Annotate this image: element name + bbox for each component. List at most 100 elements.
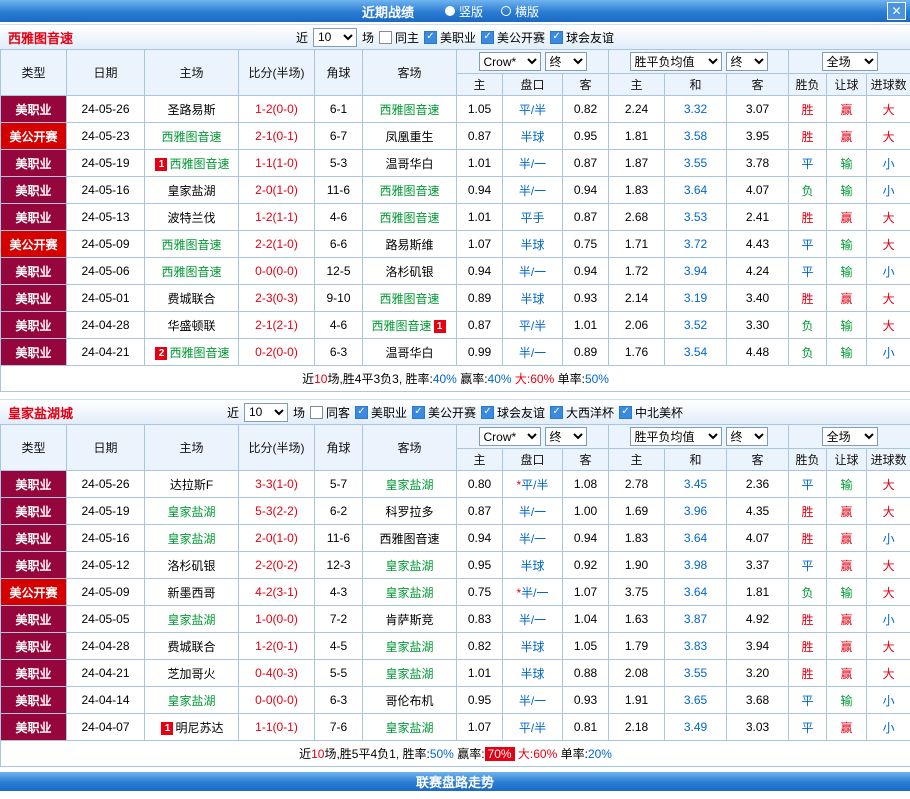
odds-away-cell: 0.75 [561, 230, 610, 258]
matches-table: 类型 日期 主场 比分(半场) 角球 客场 Crow* 终胜平负均值终全场 主盘口客主和客胜负… [0, 424, 910, 767]
avg-final-select-1[interactable]: 终 [725, 427, 768, 446]
scope-select-0[interactable]: 全场 [821, 52, 878, 71]
avg-away-cell: 4.07 [726, 176, 790, 204]
result-cell-1: 输 [826, 311, 868, 339]
layout-option-vertical[interactable]: 竖版 [444, 3, 483, 20]
result-cell-0: 平 [788, 551, 828, 579]
league-type-cell: 美职业 [0, 203, 67, 231]
home-team-cell: 1 明尼苏达 [144, 713, 239, 741]
sub-header-7: 让球 [826, 73, 868, 96]
result-cell-1: 输 [826, 338, 868, 366]
league-filter-0-0[interactable]: ✓ 美职业 [424, 29, 476, 46]
league-filter-0-2[interactable]: ✓ 球会友谊 [550, 29, 614, 46]
home-team-cell: 新墨西哥 [144, 578, 239, 606]
league-filter-1-4[interactable]: ✓ 中北美杯 [619, 404, 683, 421]
avg-final-select-0[interactable]: 终 [725, 52, 768, 71]
league-type-cell: 美公开赛 [0, 122, 67, 150]
checked-checkbox-icon: ✓ [619, 405, 633, 419]
league-filter-1-1[interactable]: ✓ 美公开赛 [412, 404, 476, 421]
summary-segment: 单率: [554, 372, 585, 386]
date-cell: 24-05-13 [66, 203, 145, 231]
league-filter-0-1[interactable]: ✓ 美公开赛 [481, 29, 545, 46]
league-filter-1-2[interactable]: ✓ 球会友谊 [481, 404, 545, 421]
avg-away-cell: 3.94 [726, 632, 790, 660]
score-cell: 1-2(0-1) [238, 632, 315, 660]
scope-select-1[interactable]: 全场 [821, 427, 878, 446]
col-header-1: 日期 [66, 424, 145, 471]
corner-cell: 9-10 [314, 284, 363, 312]
recent-count-select-1[interactable]: 10 [243, 402, 288, 422]
avg-odds-select-0[interactable]: 胜平负均值 [629, 52, 722, 71]
summary-segment: 单率: [557, 747, 588, 761]
filter-bar: 近 10 场同主 ✓ 美职业 ✓ 美公开赛 ✓ 球会友谊 [296, 27, 614, 47]
col-header-2: 主场 [144, 49, 239, 96]
avg-home-cell: 1.63 [608, 605, 666, 633]
match-row: 美职业 24-05-12 洛杉矶银 2-2(0-2) 12-3 皇家盐湖 0.9… [0, 551, 910, 579]
league-filter-0-2-label: 球会友谊 [566, 30, 615, 45]
same-venue-checkbox-1[interactable]: 同客 [309, 404, 350, 421]
red-card-badge: 1 [161, 721, 174, 735]
same-venue-checkbox-0[interactable]: 同主 [378, 29, 419, 46]
avg-away-cell: 3.68 [726, 686, 790, 714]
summary-segment: 40% [487, 372, 512, 386]
result-cell-1: 赢 [826, 713, 868, 741]
checked-checkbox-icon: ✓ [550, 405, 564, 419]
avg-odds-select-1[interactable]: 胜平负均值 [629, 427, 722, 446]
result-cell-2: 小 [866, 605, 910, 633]
league-filter-1-2-label: 球会友谊 [497, 405, 546, 420]
corner-cell: 6-1 [314, 95, 363, 123]
league-filter-1-4-label: 中北美杯 [635, 405, 684, 420]
provider-final-select-0[interactable]: 终 [544, 52, 587, 71]
layout-option-horizontal-label: 横版 [515, 4, 540, 19]
date-cell: 24-05-01 [66, 284, 145, 312]
result-cell-1: 输 [826, 149, 868, 177]
avg-home-cell: 1.72 [608, 257, 666, 285]
date-cell: 24-05-09 [66, 230, 145, 258]
league-type-cell: 美公开赛 [0, 230, 67, 258]
result-cell-2: 大 [866, 230, 910, 258]
league-filter-1-1-label: 美公开赛 [428, 405, 477, 420]
changed-odds-star: * [516, 477, 522, 492]
odds-home-cell: 1.01 [456, 659, 503, 687]
result-cell-0: 胜 [788, 284, 828, 312]
league-type-cell: 美职业 [0, 95, 67, 123]
sub-header-1: 盘口 [502, 448, 563, 471]
col-header-0: 类型 [0, 49, 67, 96]
league-filter-1-0[interactable]: ✓ 美职业 [354, 404, 407, 421]
col-header-4: 角球 [314, 49, 363, 96]
footer-bar[interactable]: 联赛盘路走势 [0, 772, 910, 791]
sub-header-3: 主 [608, 448, 666, 471]
result-cell-0: 平 [788, 257, 828, 285]
avg-draw-cell: 3.54 [664, 338, 728, 366]
team-name: 皇家盐湖 [167, 693, 216, 708]
sections-container: 西雅图音速 近 10 场同主 ✓ 美职业 ✓ 美公开赛 ✓ 球会友谊 类型 日期 主场 比分(半场) 角… [0, 24, 910, 767]
match-row: 美职业 24-04-28 费城联合 1-2(0-1) 4-5 皇家盐湖 0.82… [0, 632, 910, 660]
avg-home-cell: 1.71 [608, 230, 666, 258]
avg-draw-cell: 3.65 [664, 686, 728, 714]
league-type-cell: 美职业 [0, 713, 67, 741]
result-cell-1: 输 [826, 257, 868, 285]
avg-home-cell: 2.06 [608, 311, 666, 339]
result-cell-1: 赢 [826, 284, 868, 312]
avg-draw-cell: 3.98 [664, 551, 728, 579]
home-team-cell: 费城联合 [144, 284, 239, 312]
score-cell: 3-3(1-0) [238, 470, 315, 498]
col-header-3: 比分(半场) [238, 49, 315, 96]
close-button[interactable]: ✕ [887, 2, 906, 20]
league-filter-1-3[interactable]: ✓ 大西洋杯 [550, 404, 614, 421]
odds-away-cell: 0.93 [561, 284, 610, 312]
odds-provider-select-0[interactable]: Crow* [478, 52, 541, 71]
home-team-cell: 皇家盐湖 [144, 524, 239, 552]
red-card-badge: 1 [433, 319, 446, 333]
close-icon: ✕ [891, 4, 902, 18]
layout-option-horizontal[interactable]: 横版 [501, 3, 539, 20]
score-cell: 2-2(0-2) [238, 551, 315, 579]
avg-home-cell: 1.83 [608, 176, 666, 204]
home-team-cell: 华盛顿联 [144, 311, 239, 339]
unchecked-checkbox-icon [378, 30, 392, 44]
provider-final-select-1[interactable]: 终 [544, 427, 587, 446]
team-name: 西雅图音速 [161, 129, 222, 144]
recent-count-select-0[interactable]: 10 [312, 27, 357, 47]
matches-table: 类型 日期 主场 比分(半场) 角球 客场 Crow* 终胜平负均值终全场 主盘口客主和客胜负… [0, 49, 910, 392]
odds-provider-select-1[interactable]: Crow* [478, 427, 541, 446]
